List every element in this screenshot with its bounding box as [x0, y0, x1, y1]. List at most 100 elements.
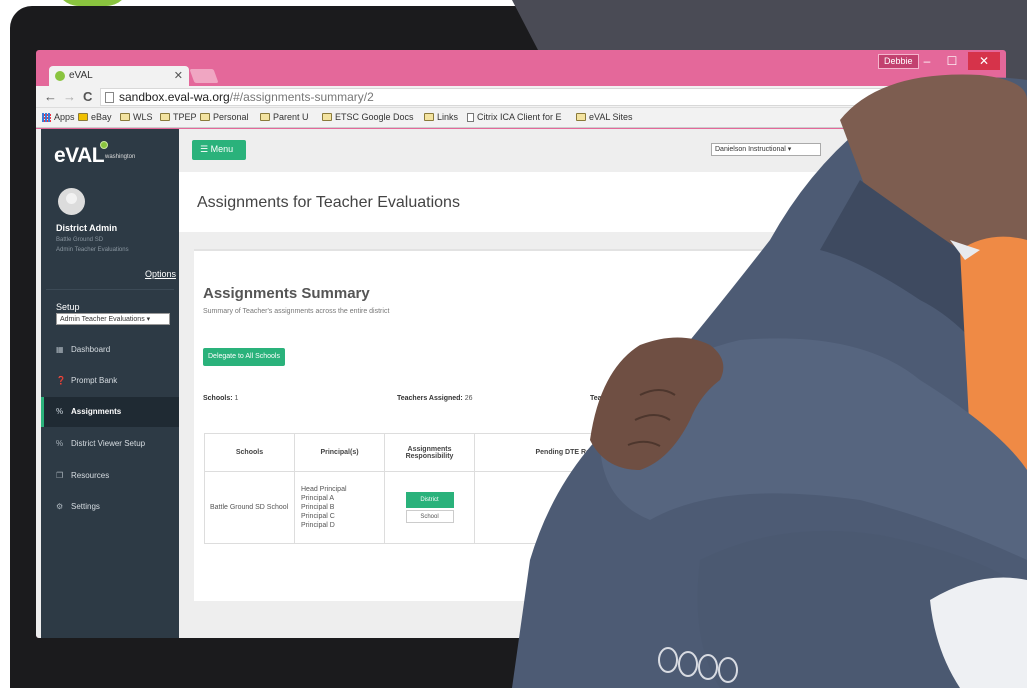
assignments-table: Schools Principal(s) Assignments Respons…	[204, 433, 674, 544]
sidebar-item-label: District Viewer Setup	[71, 439, 146, 448]
gears-icon: ⚙	[56, 502, 64, 511]
principal-name: Principal D	[301, 522, 335, 529]
table-header-row: Schools Principal(s) Assignments Respons…	[204, 433, 674, 472]
school-toggle-button[interactable]: School	[405, 510, 454, 523]
responsibility-cell: District School	[384, 471, 475, 544]
profile-badge[interactable]: Debbie	[878, 54, 919, 69]
user-district: Battle Ground SD	[56, 237, 104, 243]
bookmark-label: Citrix ICA Client for E	[477, 112, 562, 122]
stat-label: Teache	[590, 395, 614, 402]
bookmark-label: eVAL Sites	[589, 112, 633, 122]
stat-value: 1	[234, 395, 239, 402]
stat-label: Teachers Assigned:	[397, 395, 463, 402]
forward-arrow-icon[interactable]: →	[63, 89, 76, 104]
browser-window: eVAL ✕ Debbie – ☐ ✕ ← → C sandbox.eval-w…	[36, 50, 1006, 638]
principal-name: Principal B	[301, 504, 335, 511]
bookmark-citrix[interactable]: Citrix ICA Client for E	[467, 112, 562, 122]
dashboard-icon: ▦	[56, 345, 64, 354]
sidebar-item-settings[interactable]: ⚙ Settings	[41, 492, 179, 522]
avatar[interactable]	[58, 188, 85, 215]
sidebar-item-assignments[interactable]: % Assignments	[41, 397, 179, 427]
bookmark-links[interactable]: Links	[424, 112, 458, 122]
stat-label: Schools:	[203, 395, 233, 402]
bookmark-label: Apps	[54, 112, 75, 122]
address-bar: ← → C sandbox.eval-wa.org/#/assignments-…	[36, 86, 1006, 108]
sidebar: eVAL washington District Admin Battle Gr…	[41, 129, 179, 638]
menu-button[interactable]: ☰ Menu	[192, 140, 246, 160]
stat-schools: Schools: 1	[203, 395, 238, 402]
page-header: Assignments for Teacher Evaluations	[179, 172, 1006, 232]
options-link[interactable]: Options	[145, 269, 176, 279]
bookmark-personal[interactable]: Personal	[200, 112, 249, 122]
sidebar-item-label: Prompt Bank	[71, 376, 118, 385]
bookmark-parent-u[interactable]: Parent U	[260, 112, 309, 122]
school-cell: Battle Ground SD School	[204, 471, 295, 544]
brand-subtitle: washington	[105, 154, 136, 160]
brand-logo[interactable]: eVAL	[54, 144, 105, 168]
divider	[46, 289, 174, 290]
bookmark-eval-sites[interactable]: eVAL Sites	[576, 112, 633, 122]
sidebar-item-dashboard[interactable]: ▦ Dashboard	[41, 335, 179, 365]
bookmark-ebay[interactable]: eBay	[78, 112, 112, 122]
bookmark-apps[interactable]: Apps	[42, 112, 75, 122]
back-arrow-icon[interactable]: ←	[44, 89, 57, 104]
window-close-icon[interactable]: ✕	[968, 52, 1000, 70]
sidebar-item-prompt-bank[interactable]: ❓ Prompt Bank	[41, 366, 179, 396]
copy-icon: ❐	[56, 471, 64, 480]
pending-dte-cell	[474, 471, 674, 544]
column-header: Schools	[204, 433, 295, 472]
sidebar-item-label: Resources	[71, 471, 110, 480]
question-icon: ❓	[56, 376, 66, 385]
bookmark-label: TPEP	[173, 112, 197, 122]
stat-teachers-assigned: Teachers Assigned: 26	[397, 395, 473, 402]
url-path: /#/assignments-summary/2	[229, 90, 374, 104]
sidebar-item-label: Dashboard	[71, 345, 111, 354]
apple-logo-icon	[100, 141, 108, 149]
sidebar-item-label: Settings	[71, 502, 100, 511]
ebay-icon	[78, 113, 88, 121]
bookmark-wls[interactable]: WLS	[120, 112, 153, 122]
url-input[interactable]: sandbox.eval-wa.org/#/assignments-summar…	[100, 88, 980, 106]
assignments-summary-card: Assignments Summary Summary of Teacher's…	[194, 249, 1006, 601]
folder-icon	[424, 113, 434, 121]
table-row: Battle Ground SD School Head Principal P…	[204, 471, 674, 544]
column-header: Pending DTE Requests	[474, 433, 674, 472]
menu-button-label: Menu	[210, 144, 234, 154]
principal-name: Head Principal	[301, 486, 347, 493]
eval-favicon-icon	[55, 71, 65, 81]
folder-icon	[576, 113, 586, 121]
district-toggle-button[interactable]: District	[405, 492, 454, 508]
title-bar: eVAL ✕ Debbie – ☐ ✕	[36, 50, 1006, 86]
bookmarks-bar: Apps eBay WLS TPEP Personal Parent U ETS…	[36, 108, 1006, 128]
top-bar: ☰ Menu Danielson Instructional ▾	[179, 129, 1006, 172]
bookmark-label: ETSC Google Docs	[335, 112, 414, 122]
framework-select[interactable]: Danielson Instructional ▾	[711, 143, 821, 156]
column-header: Principal(s)	[294, 433, 385, 472]
principal-name: Principal C	[301, 513, 335, 520]
page-icon	[105, 92, 114, 103]
reload-icon[interactable]: C	[83, 89, 92, 104]
sidebar-item-label: Assignments	[71, 407, 122, 416]
bookmark-label: WLS	[133, 112, 153, 122]
stat-teachers-partial: Teache	[590, 395, 614, 402]
delegate-all-schools-button[interactable]: Delegate to All Schools	[203, 348, 285, 366]
setup-label: Setup	[56, 302, 80, 312]
bookmark-tpep[interactable]: TPEP	[160, 112, 197, 122]
user-role: Admin Teacher Evaluations	[56, 247, 129, 253]
sidebar-item-district-viewer-setup[interactable]: % District Viewer Setup	[41, 429, 179, 459]
setup-select[interactable]: Admin Teacher Evaluations ▾	[56, 313, 170, 325]
sidebar-item-resources[interactable]: ❐ Resources	[41, 461, 179, 491]
principal-name: Principal A	[301, 495, 335, 502]
document-icon	[467, 112, 474, 122]
folder-icon	[200, 113, 210, 121]
browser-tab[interactable]: eVAL ✕	[49, 66, 189, 86]
new-tab-button[interactable]	[189, 69, 219, 83]
tab-title: eVAL	[69, 70, 93, 81]
bookmark-etsc-google-docs[interactable]: ETSC Google Docs	[322, 112, 414, 122]
bookmark-label: Personal	[213, 112, 249, 122]
maximize-icon[interactable]: ☐	[941, 52, 963, 70]
minimize-icon[interactable]: –	[916, 52, 938, 70]
bookmark-label: eBay	[91, 112, 112, 122]
user-name: District Admin	[56, 223, 118, 233]
tab-close-icon[interactable]: ✕	[174, 69, 183, 82]
